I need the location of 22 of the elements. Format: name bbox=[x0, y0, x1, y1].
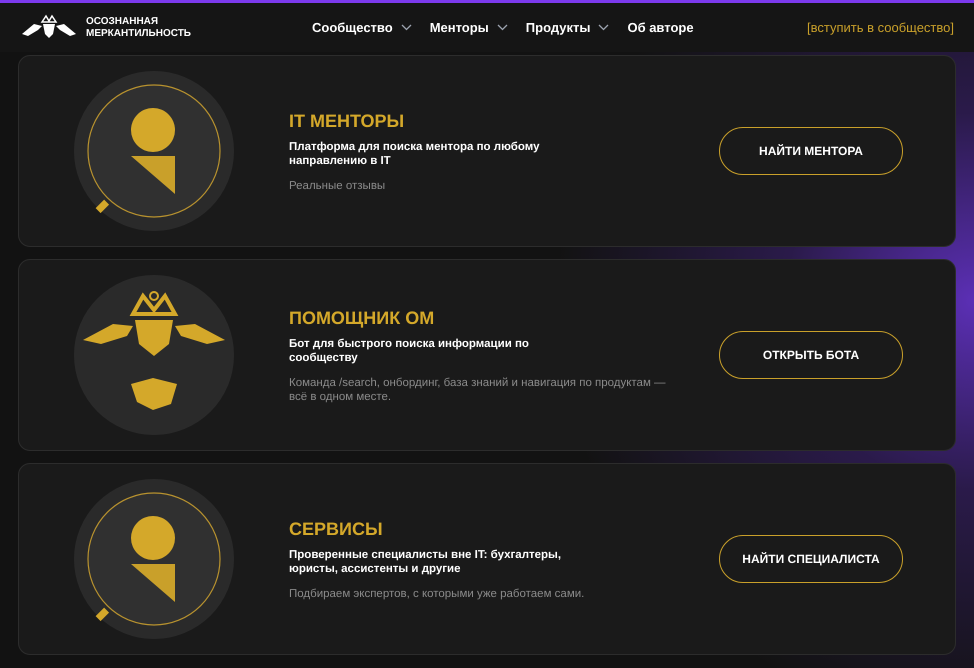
card-subtitle: Проверенные специалисты вне IT: бухгалтеры, юристы, ассистенты и другие bbox=[289, 548, 562, 576]
card-action-button[interactable]: НАЙТИ СПЕЦИАЛИСТА bbox=[719, 535, 903, 583]
card-title: IT МЕНТОРЫ bbox=[289, 110, 406, 133]
bull-handshake-emblem-icon bbox=[73, 274, 235, 436]
card-title: СЕРВИСЫ bbox=[289, 518, 384, 541]
join-community-link[interactable]: [вступить в сообщество] bbox=[806, 18, 954, 38]
card-subtitle: Платформа для поиска ментора по любому направлению в IT bbox=[289, 140, 540, 168]
card-description: Команда /search, онбординг, база знаний и навигация по продуктам — всё в одном месте. bbox=[289, 376, 667, 404]
card-title: ПОМОЩНИК ОМ bbox=[289, 307, 436, 330]
nav-link[interactable]: Об авторе bbox=[627, 18, 694, 38]
card-description: Реальные отзывы bbox=[289, 179, 386, 193]
card-action-button[interactable]: НАЙТИ МЕНТОРА bbox=[719, 127, 903, 175]
card-description: Подбираем экспертов, с которыми уже работаем сами. bbox=[289, 587, 586, 601]
nav-link[interactable]: Менторы bbox=[430, 18, 508, 38]
nav-link[interactable]: Продукты bbox=[526, 18, 610, 38]
card-subtitle: Бот для быстрого поиска информации по сообществу bbox=[289, 337, 530, 365]
nav-link[interactable]: Сообщество bbox=[312, 18, 412, 38]
magnifier-emblem-icon bbox=[73, 478, 235, 640]
logo-text: ОСОЗНАННАЯ bbox=[86, 16, 160, 28]
card-action-button[interactable]: ОТКРЫТЬ БОТА bbox=[719, 331, 903, 379]
magnifier-emblem-icon bbox=[73, 70, 235, 232]
logo-text: МЕРКАНТИЛЬНОСТЬ bbox=[86, 28, 191, 40]
